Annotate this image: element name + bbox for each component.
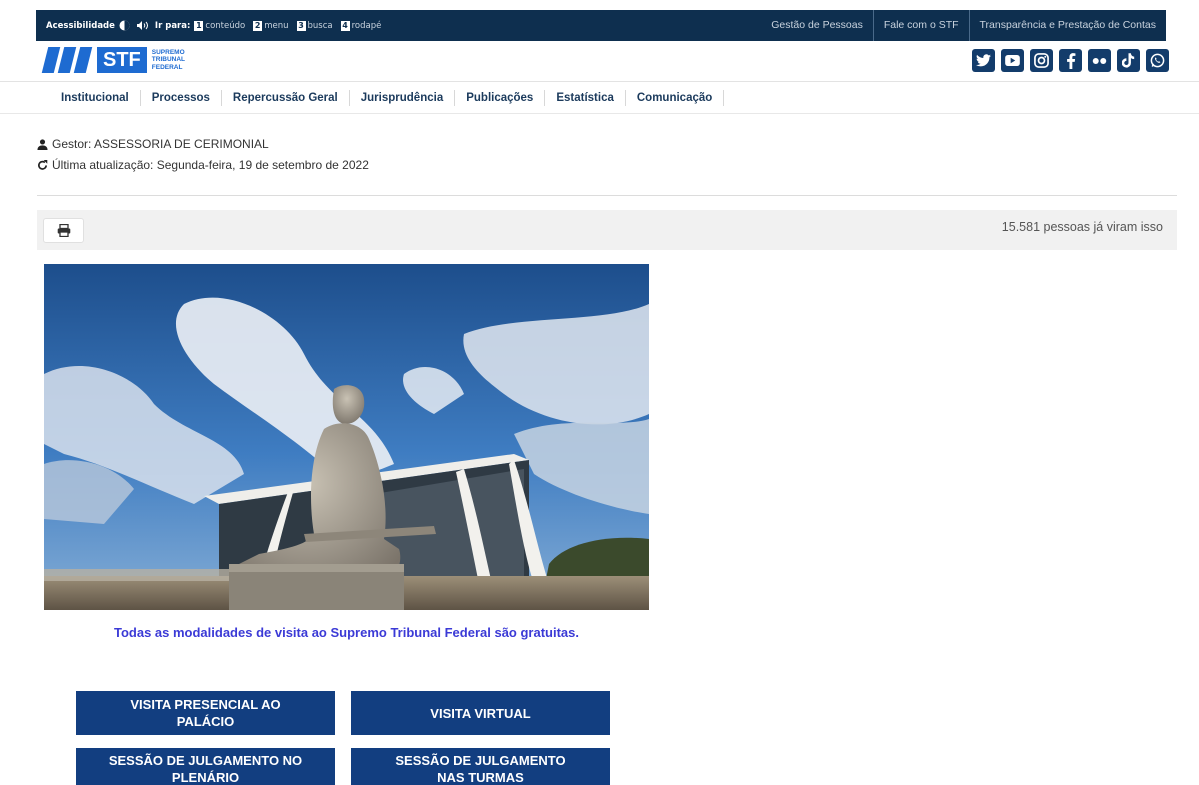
tiktok-icon[interactable] bbox=[1117, 49, 1140, 72]
top-links: Gestão de Pessoas Fale com o STF Transpa… bbox=[761, 10, 1166, 41]
refresh-icon bbox=[38, 160, 48, 170]
nav-institucional[interactable]: Institucional bbox=[50, 89, 141, 106]
youtube-icon[interactable] bbox=[1001, 49, 1024, 72]
view-count: 15.581 pessoas já viram isso bbox=[1001, 220, 1163, 234]
user-icon bbox=[37, 138, 48, 150]
shortcut-menu[interactable]: 2 menu bbox=[253, 20, 289, 31]
nav-processos[interactable]: Processos bbox=[141, 89, 222, 106]
nav-publicacoes[interactable]: Publicações bbox=[455, 89, 546, 106]
goto-label: Ir para: bbox=[154, 20, 191, 31]
nav-jurisprudencia[interactable]: Jurisprudência bbox=[350, 89, 456, 106]
free-visit-notice: Todas as modalidades de visita ao Suprem… bbox=[113, 625, 579, 640]
stf-building-photo bbox=[44, 264, 649, 610]
contrast-icon[interactable] bbox=[119, 20, 130, 31]
whatsapp-icon[interactable] bbox=[1146, 49, 1169, 72]
print-icon bbox=[57, 224, 70, 237]
content-toolbar: 15.581 pessoas já viram isso bbox=[37, 210, 1177, 250]
plenary-session-button[interactable]: SESSÃO DE JULGAMENTO NO PLENÁRIO bbox=[76, 748, 335, 785]
logo-bars bbox=[41, 47, 93, 73]
logo-name: STF bbox=[97, 47, 147, 73]
panel-session-button[interactable]: SESSÃO DE JULGAMENTO NAS TURMAS bbox=[351, 748, 610, 785]
stf-logo[interactable]: STF SUPREMO TRIBUNAL FEDERAL bbox=[41, 47, 185, 73]
link-gestao-de-pessoas[interactable]: Gestão de Pessoas bbox=[761, 10, 873, 41]
virtual-visit-button[interactable]: VISITA VIRTUAL bbox=[351, 691, 610, 735]
manager-text: Gestor: ASSESSORIA DE CERIMONIAL bbox=[52, 137, 269, 151]
instagram-icon[interactable] bbox=[1030, 49, 1053, 72]
shortcut-search[interactable]: 3 busca bbox=[296, 20, 333, 31]
logo-subtitle: SUPREMO TRIBUNAL FEDERAL bbox=[151, 48, 185, 71]
accessibility-label: Acessibilidade bbox=[46, 20, 115, 31]
flickr-icon[interactable] bbox=[1088, 49, 1111, 72]
shortcut-content[interactable]: 1 conteúdo bbox=[194, 20, 245, 31]
in-person-visit-button[interactable]: VISITA PRESENCIAL AO PALÁCIO bbox=[76, 691, 335, 735]
nav-repercussao-geral[interactable]: Repercussão Geral bbox=[222, 89, 350, 106]
link-fale-com-o-stf[interactable]: Fale com o STF bbox=[872, 10, 969, 41]
social-links bbox=[966, 49, 1169, 72]
shortcut-footer[interactable]: 4 rodapé bbox=[340, 20, 381, 31]
page-manager: Gestor: ASSESSORIA DE CERIMONIAL bbox=[37, 137, 269, 151]
accessibility-bar: Acessibilidade Ir para: 1 conteúdo 2 menu … bbox=[36, 10, 389, 41]
nav-estatistica[interactable]: Estatística bbox=[545, 89, 626, 106]
link-transparencia[interactable]: Transparência e Prestação de Contas bbox=[968, 10, 1166, 41]
top-bar: Acessibilidade Ir para: 1 conteúdo 2 menu … bbox=[36, 10, 1166, 41]
twitter-icon[interactable] bbox=[972, 49, 995, 72]
nav-comunicacao[interactable]: Comunicação bbox=[626, 89, 725, 106]
page-updated: Última atualização: Segunda-feira, 19 de… bbox=[37, 158, 369, 172]
main-nav: Institucional Processos Repercussão Gera… bbox=[50, 83, 725, 112]
updated-text: Última atualização: Segunda-feira, 19 de… bbox=[52, 158, 369, 172]
print-button[interactable] bbox=[43, 218, 84, 243]
nav-divider bbox=[0, 113, 1199, 114]
header-divider bbox=[0, 81, 1199, 82]
facebook-icon[interactable] bbox=[1059, 49, 1082, 72]
audio-icon[interactable] bbox=[136, 20, 149, 31]
meta-divider bbox=[37, 195, 1177, 196]
